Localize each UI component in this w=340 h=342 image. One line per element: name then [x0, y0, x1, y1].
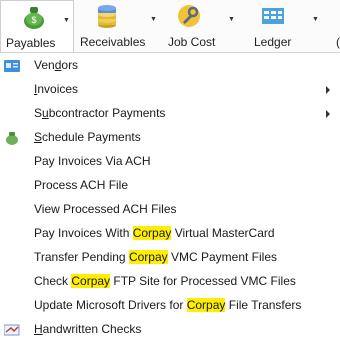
view-processed-ach-files-label: View Processed ACH Files [34, 202, 177, 216]
vendors-label: Vendors [34, 58, 79, 72]
receivables-icon [98, 5, 116, 28]
menu-item-invoices[interactable]: Invoices [0, 78, 340, 102]
submenu-arrow-icon [326, 110, 330, 118]
invoices-label: Invoices [34, 82, 79, 96]
ledger-dropdown-arrow[interactable]: ▼ [312, 16, 319, 23]
menu-item-pay-invoices-corpay-vmc[interactable]: Pay Invoices With Corpay Virtual MasterC… [0, 222, 340, 246]
receivables-dropdown-arrow[interactable]: ▼ [150, 16, 157, 23]
receivables-menu-button[interactable]: ▼ Receivables [78, 0, 157, 52]
payables-dropdown-arrow[interactable]: ▼ [63, 17, 70, 24]
menu-item-view-processed-ach-files[interactable]: View Processed ACH Files [0, 198, 340, 222]
menu-item-subcontractor-payments[interactable]: Subcontractor Payments [0, 102, 340, 126]
process-ach-file-label: Process ACH File [34, 178, 129, 192]
payables-menu-button[interactable]: $ ▼ Payables [0, 0, 74, 52]
transfer-pending-corpay-label: Transfer Pending Corpay VMC Payment File… [34, 250, 277, 264]
handwritten-checks-icon [4, 324, 20, 336]
corpay-highlight: Corpay [186, 298, 226, 312]
menu-item-schedule-payments[interactable]: Schedule Payments [0, 126, 340, 150]
menu-item-transfer-pending-corpay[interactable]: Transfer Pending Corpay VMC Payment File… [0, 246, 340, 270]
payables-dropdown-menu: Vendors Invoices Subcontractor Payments … [0, 53, 340, 342]
receivables-label: Receivables [80, 35, 146, 49]
menu-item-pay-invoices-via-ach[interactable]: Pay Invoices Via ACH [0, 150, 340, 174]
check-corpay-ftp-label: Check Corpay FTP Site for Processed VMC … [34, 274, 296, 288]
corpay-highlight: Corpay [132, 226, 172, 240]
next-toolbar-item[interactable]: ( [330, 0, 340, 52]
job-cost-icon [178, 5, 200, 27]
job-cost-menu-button[interactable]: ▼ Job Cost [158, 0, 235, 52]
ledger-label: Ledger [254, 35, 292, 49]
corpay-highlight: Corpay [128, 250, 168, 264]
job-cost-label: Job Cost [168, 35, 216, 49]
menu-item-process-ach-file[interactable]: Process ACH File [0, 174, 340, 198]
menu-item-update-drivers-corpay[interactable]: Update Microsoft Drivers for Corpay File… [0, 294, 340, 318]
next-toolbar-label-fragment: ( [336, 35, 340, 49]
corpay-highlight: Corpay [71, 274, 111, 288]
toolbar: $ ▼ Payables ▼ Receivables ▼ Job Cost ▼ … [0, 0, 340, 53]
schedule-payments-label: Schedule Payments [34, 130, 141, 144]
payables-icon: $ [24, 7, 44, 29]
update-drivers-corpay-label: Update Microsoft Drivers for Corpay File… [34, 298, 302, 312]
vendors-icon [4, 60, 20, 72]
pay-invoices-via-ach-label: Pay Invoices Via ACH [34, 154, 151, 168]
ledger-menu-button[interactable]: ▼ Ledger [234, 0, 319, 52]
payables-label: Payables [6, 36, 56, 50]
pay-invoices-corpay-vmc-label: Pay Invoices With Corpay Virtual MasterC… [34, 226, 275, 240]
submenu-arrow-icon [326, 86, 330, 94]
schedule-payments-icon [6, 132, 18, 145]
menu-item-vendors[interactable]: Vendors [0, 54, 340, 78]
subcontractor-payments-label: Subcontractor Payments [34, 106, 166, 120]
menu-item-handwritten-checks[interactable]: Handwritten Checks [0, 318, 340, 342]
svg-text:$: $ [31, 15, 36, 25]
handwritten-checks-label: Handwritten Checks [34, 322, 142, 336]
ledger-icon [262, 8, 284, 24]
menu-item-check-corpay-ftp[interactable]: Check Corpay FTP Site for Processed VMC … [0, 270, 340, 294]
